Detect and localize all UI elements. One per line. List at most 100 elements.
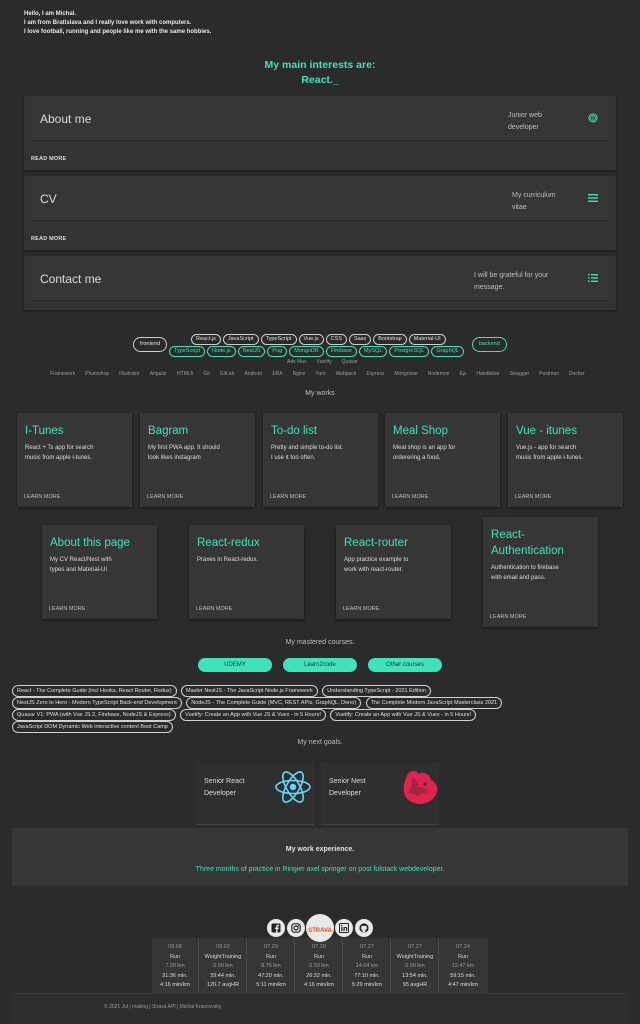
work-card-desc: My CV React/Nest with types and Material…	[50, 557, 112, 573]
activity-pace: 5:29 min/km	[352, 982, 382, 988]
work-card-title: Bagram	[148, 425, 189, 437]
linkedin-icon[interactable]	[335, 919, 353, 937]
activity-type: WeightTraining	[204, 953, 242, 960]
work-card-desc: Pretty and simple to-do list. I use it t…	[271, 445, 344, 461]
skill-text: Postman	[539, 371, 559, 377]
work-card-title: React-router	[344, 537, 408, 549]
skill-text: JIRA	[271, 371, 283, 377]
work-card-title: About this page	[50, 537, 130, 549]
work-card[interactable]: React-Authentication Authentication to f…	[483, 517, 598, 627]
work-card-desc: App practice example to work with react-…	[344, 557, 409, 573]
interests-typed: React._	[301, 74, 339, 86]
strava-activities: 08.08 Run 7.28 km 31:36 min. 4:16 min/km…	[152, 938, 488, 994]
intro-line-3: I love football, running and people like…	[24, 29, 212, 35]
skill-text: Docker	[568, 371, 585, 377]
read-more-button[interactable]: READ MORE	[31, 156, 66, 162]
activity-pace: 95 avgHR	[402, 982, 428, 988]
activity-date: 08.02	[216, 944, 230, 950]
intro-text: Hello, I am Michal. I am from Bratislava…	[24, 10, 211, 37]
learn-more-link[interactable]: LEARN MORE	[49, 606, 85, 612]
accordion-about[interactable]: About me Junior web developer READ MORE	[24, 96, 616, 170]
nestjs-logo-icon	[399, 766, 441, 813]
learn2code-button[interactable]: Learn2code	[283, 658, 357, 672]
activity-distance: 6.33 km	[309, 963, 329, 969]
list-icon	[588, 193, 598, 206]
activity-date: 08.08	[168, 944, 182, 950]
skill-text: HTML5	[176, 371, 194, 377]
work-card-desc: React + Ts app for search music from app…	[25, 445, 94, 461]
chip-backend-label: backend	[472, 337, 507, 352]
work-card-desc: Meal shop is an app for orderering a foo…	[393, 445, 456, 461]
udemy-button[interactable]: UDEMY	[198, 658, 272, 672]
accordion-cv[interactable]: CV My curriculum vitae READ MORE	[24, 176, 616, 250]
intro-line-2: I am from Bratislava and I really love w…	[24, 20, 192, 26]
activity-date: 07.27	[408, 944, 422, 950]
strava-activity: 07.27 WeightTraining 0.00 km 13:54 min. …	[392, 938, 439, 994]
learn-more-link[interactable]: LEARN MORE	[147, 494, 183, 500]
work-card[interactable]: I-Tunes React + Ts app for search music …	[17, 413, 132, 507]
activity-date: 07.27	[360, 944, 374, 950]
react-logo-icon	[274, 768, 312, 811]
work-card-desc: My first PWA app. It should look likes i…	[148, 445, 220, 461]
activity-distance: 0.00 km	[213, 963, 233, 969]
skill-text: Yarn	[315, 371, 326, 377]
accordion-subtitle: I will be grateful for your message.	[474, 272, 549, 291]
activity-pace: 5:11 min/km	[256, 982, 286, 988]
work-card[interactable]: To-do list Pretty and simple to-do list.…	[263, 413, 378, 507]
activity-distance: 12.47 km	[451, 963, 475, 969]
learn-more-link[interactable]: LEARN MORE	[24, 494, 60, 500]
skill-text: Nodemon	[427, 371, 450, 377]
skill-text: Mongoose	[394, 371, 418, 377]
interests-heading: My main interests are: React._	[0, 58, 640, 88]
chip-frontend: frontend	[132, 332, 168, 352]
github-icon[interactable]	[355, 919, 373, 937]
other-courses-button[interactable]: Other courses	[368, 658, 442, 672]
activity-type: Run	[361, 953, 373, 960]
activity-pace: 4:16 min/km	[304, 982, 334, 988]
activity-date: 07.24	[456, 944, 470, 950]
accordion-contact-header[interactable]: Contact me I will be grateful for your m…	[32, 256, 608, 301]
instagram-icon[interactable]	[287, 919, 305, 937]
learn-more-link[interactable]: LEARN MORE	[343, 606, 379, 612]
activity-distance: 0.00 km	[405, 963, 425, 969]
work-card-title: Meal Shop	[393, 425, 448, 437]
experience-text: Three months of practice in Ringier axel…	[195, 866, 445, 873]
work-card-desc: Vue.js - app for search music from apple…	[516, 445, 584, 461]
accordion-contact[interactable]: Contact me I will be grateful for your m…	[24, 256, 616, 310]
learn-more-link[interactable]: LEARN MORE	[270, 494, 306, 500]
learn-more-link[interactable]: LEARN MORE	[196, 606, 232, 612]
skill-text: Photoshop	[85, 371, 110, 377]
work-card-title: React-redux	[197, 537, 260, 549]
activity-type: Run	[457, 953, 469, 960]
work-card[interactable]: React-redux Praxes in React-redux. LEARN…	[189, 525, 304, 619]
facebook-icon[interactable]	[267, 919, 285, 937]
works-heading: My works	[305, 390, 335, 397]
learn-more-link[interactable]: LEARN MORE	[490, 614, 526, 620]
work-card-title: To-do list	[271, 425, 318, 437]
experience-section: My work experience. Three months of prac…	[12, 828, 628, 886]
strava-label: STRAVA	[308, 928, 332, 934]
accordion-title: Contact me	[40, 272, 102, 286]
work-card[interactable]: React-router App practice example to wor…	[336, 525, 451, 619]
read-more-button[interactable]: READ MORE	[31, 236, 66, 242]
activity-time: 39:44 min.	[210, 972, 236, 979]
work-card[interactable]: About this page My CV React/Nest with ty…	[42, 525, 157, 619]
fingerprint-icon	[588, 113, 598, 126]
skill-text: Angular	[149, 371, 167, 377]
accordion-cv-header[interactable]: CV My curriculum vitae	[32, 176, 608, 221]
strava-icon[interactable]: STRAVA	[306, 914, 334, 942]
learn-more-link[interactable]: LEARN MORE	[392, 494, 428, 500]
footer: © 2021 Jul | mailing | Strava API | Mich…	[12, 993, 628, 1024]
work-card[interactable]: Bagram My first PWA app. It should look …	[140, 413, 255, 507]
chip-backend: backend	[471, 332, 508, 352]
strava-activity: 08.08 Run 7.28 km 31:36 min. 4:16 min/km	[152, 938, 199, 994]
work-card-title: I-Tunes	[25, 425, 64, 437]
work-card[interactable]: Vue - itunes Vue.js - app for search mus…	[508, 413, 623, 507]
other-skills: Ads Max Vuetify Quasar Framework Photoshop I…	[20, 356, 620, 380]
work-card[interactable]: Meal Shop Meal shop is an app for ordere…	[385, 413, 500, 507]
accordion-about-header[interactable]: About me Junior web developer	[32, 96, 608, 141]
accordion-subtitle: My curriculum vitae	[512, 192, 556, 211]
goal-card-nest: Senior Nest Developer	[321, 762, 439, 825]
learn-more-link[interactable]: LEARN MORE	[515, 494, 551, 500]
activity-time: 77:10 min.	[354, 972, 380, 979]
